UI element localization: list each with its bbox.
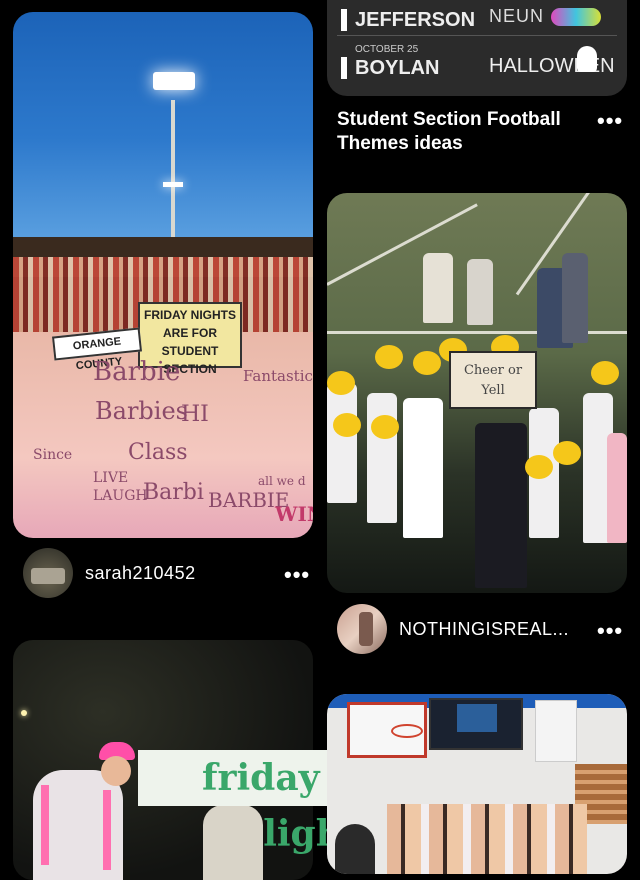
more-options-button[interactable]: •••: [597, 620, 623, 642]
pin-title[interactable]: Student Section Football Themes ideas: [337, 108, 561, 156]
cheerleader: [403, 398, 443, 538]
theme-divider: [337, 35, 617, 36]
pin-image-stadium[interactable]: FRIDAY NIGHTS ARE FOR STUDENT SECTION OR…: [13, 12, 313, 538]
sign-line: ARE FOR: [163, 326, 217, 340]
light-tower: [171, 100, 175, 240]
banner-word: WIN: [275, 502, 313, 526]
avatar[interactable]: [337, 604, 387, 654]
crowd-faces: [387, 804, 587, 874]
person-right: [203, 805, 263, 880]
pom-pom: [413, 351, 441, 375]
scoreboard-screen: [457, 704, 497, 732]
bystander: [562, 253, 588, 343]
ghost-icon: [577, 46, 597, 72]
crowd-person: [335, 824, 375, 874]
pom-pom: [591, 361, 619, 385]
pom-pom: [375, 345, 403, 369]
author-username[interactable]: sarah210452: [85, 563, 196, 584]
vest-stripe: [103, 790, 111, 870]
cheerleader: [327, 383, 357, 503]
pin-author-row[interactable]: NOTHINGISREAL...: [337, 604, 569, 654]
avatar-image: [31, 568, 65, 584]
theme-row: BOYLAN: [341, 52, 439, 84]
cheerleader-pink: [607, 433, 627, 543]
author-username[interactable]: NOTHINGISREAL...: [399, 619, 569, 640]
theme-row: JEFFERSON: [341, 4, 475, 36]
theme-school: JEFFERSON: [355, 8, 476, 31]
theme-school: BOYLAN: [355, 56, 440, 79]
avatar[interactable]: [23, 548, 73, 598]
pin-title-line: Student Section Football: [337, 109, 561, 130]
cheerleader: [367, 393, 397, 523]
referee: [423, 253, 453, 323]
neon-splash: [551, 8, 601, 26]
police-officer: [475, 423, 527, 588]
vest-stripe: [41, 785, 49, 865]
banner-word: Barbies: [95, 397, 188, 425]
avatar-image: [359, 612, 373, 646]
pin-image-gym[interactable]: [327, 694, 627, 874]
banner-word: LIVE: [93, 470, 129, 486]
pom-pom: [333, 413, 361, 437]
theme-bar: [341, 57, 347, 79]
pin-author-row[interactable]: sarah210452: [23, 548, 196, 598]
pin-title-line: Themes ideas: [337, 133, 463, 154]
light-dot: [21, 710, 27, 716]
more-options-button[interactable]: •••: [284, 564, 310, 586]
banner-word: LAUGH: [93, 488, 148, 504]
more-options-button[interactable]: •••: [597, 110, 623, 132]
pin-image-themes[interactable]: JEFFERSON NEUN OCTOBER 25 BOYLAN HALLOWE…: [327, 0, 627, 96]
face: [101, 756, 131, 786]
gym-banner: [535, 700, 577, 762]
theme-name: NEUN: [489, 6, 545, 26]
banner-word: Class: [128, 440, 188, 465]
sign-line: FRIDAY NIGHTS: [143, 308, 236, 322]
cheer-sign: Cheer or Yell: [449, 351, 537, 409]
hoop: [391, 724, 423, 738]
banner-word: HI: [181, 402, 209, 427]
cheer-sign-text: Cheer or Yell: [463, 363, 523, 398]
banner-word: Barbi: [143, 480, 204, 505]
stadium-light-small: [163, 182, 183, 187]
sky-background: [13, 12, 313, 242]
banner-word: Barbie: [93, 357, 181, 387]
pom-pom: [371, 415, 399, 439]
banner-word: Fantastic: [243, 367, 313, 385]
referee: [467, 259, 493, 325]
banner-word: all we d: [258, 474, 306, 488]
stadium-lights: [153, 72, 195, 90]
pom-pom: [327, 371, 355, 395]
pom-pom: [525, 455, 553, 479]
theme-bar: [341, 9, 347, 31]
pin-image-cheerleaders[interactable]: Cheer or Yell: [327, 193, 627, 593]
banner-word: Since: [33, 447, 73, 463]
pom-pom: [553, 441, 581, 465]
